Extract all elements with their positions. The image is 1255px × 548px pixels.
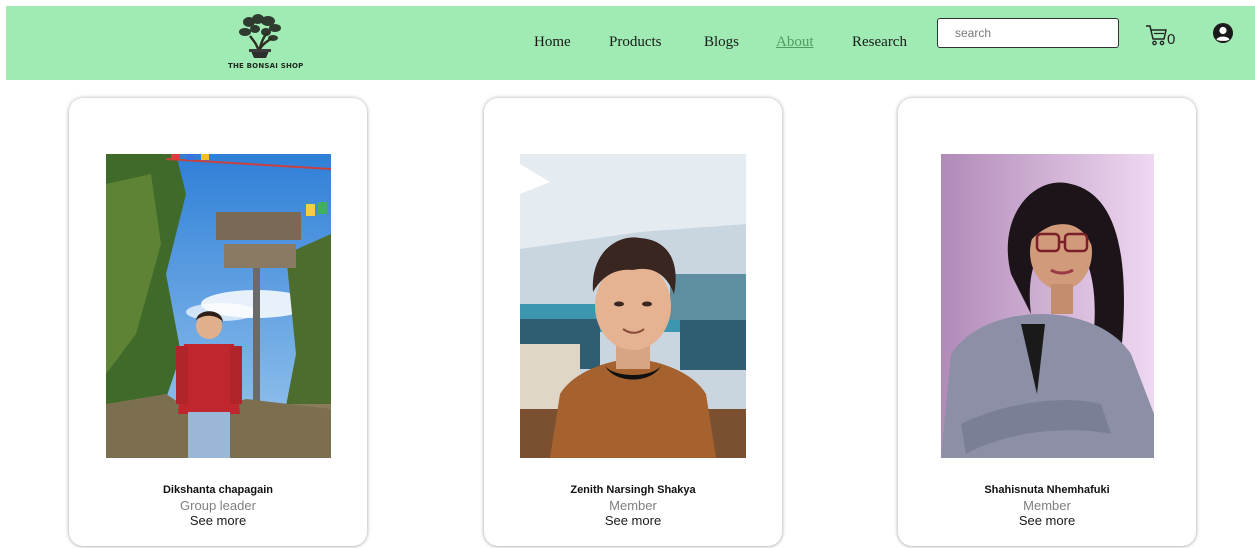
nav-blogs[interactable]: Blogs (704, 34, 739, 51)
team-card: Zenith Narsingh Shakya Member See more (484, 98, 782, 546)
see-more-link[interactable]: See more (484, 513, 782, 528)
member-photo (106, 154, 331, 458)
member-role: Member (609, 498, 657, 513)
nav-home[interactable]: Home (534, 34, 571, 51)
member-role: Member (1023, 498, 1071, 513)
cart-count: 0 (1167, 31, 1176, 48)
account-button[interactable] (1212, 22, 1234, 49)
brand-logo[interactable]: THE BONSAI SHOP (228, 12, 304, 74)
nav-research[interactable]: Research (852, 34, 907, 51)
brand-name: THE BONSAI SHOP (228, 62, 304, 70)
see-more-link[interactable]: See more (898, 513, 1196, 528)
cart-icon (1146, 25, 1167, 46)
user-avatar-icon (1213, 23, 1233, 43)
nav-products[interactable]: Products (609, 34, 662, 51)
member-name: Zenith Narsingh Shakya (570, 484, 696, 496)
member-name: Dikshanta chapagain (162, 484, 274, 496)
member-photo (520, 154, 746, 458)
navbar: THE BONSAI SHOP Home Products Blogs Abou… (6, 6, 1255, 80)
member-role: Group leader (180, 498, 256, 513)
nav-about[interactable]: About (776, 34, 814, 51)
team-card: Dikshanta chapagain Group leader See mor… (69, 98, 367, 546)
see-more-link[interactable]: See more (69, 513, 367, 528)
bonsai-tree-icon (239, 14, 281, 58)
team-card: Shahisnuta Nhemhafuki Member See more (898, 98, 1196, 546)
member-photo (941, 154, 1154, 458)
member-name: Shahisnuta Nhemhafuki (984, 484, 1110, 496)
search-input[interactable] (937, 18, 1119, 48)
